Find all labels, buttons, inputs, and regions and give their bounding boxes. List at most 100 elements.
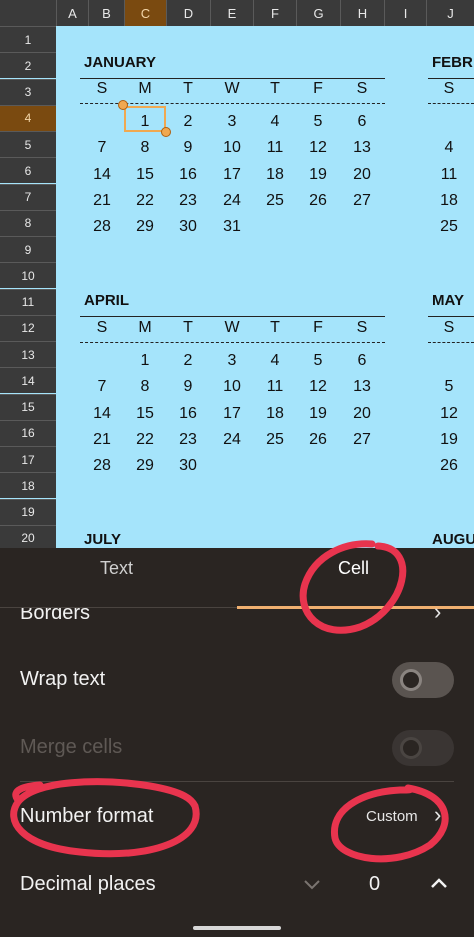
- calendar-day[interactable]: 24: [212, 431, 252, 449]
- tab-cell[interactable]: Cell: [338, 558, 369, 579]
- calendar-day[interactable]: 15: [125, 405, 165, 423]
- calendar-day[interactable]: 5: [298, 113, 338, 131]
- calendar-day[interactable]: 25: [255, 192, 295, 210]
- calendar-day[interactable]: 24: [212, 192, 252, 210]
- calendar-day[interactable]: 19: [429, 431, 469, 449]
- row-header-17[interactable]: 17: [0, 446, 56, 472]
- calendar-day[interactable]: 26: [298, 431, 338, 449]
- calendar-day[interactable]: 18: [429, 192, 469, 210]
- calendar-day[interactable]: 14: [82, 405, 122, 423]
- calendar-day[interactable]: 13: [342, 139, 382, 157]
- calendar-day[interactable]: 7: [82, 139, 122, 157]
- calendar-day[interactable]: 4: [255, 352, 295, 370]
- calendar-day[interactable]: 14: [82, 166, 122, 184]
- calendar-day[interactable]: 10: [212, 378, 252, 396]
- calendar-day[interactable]: 6: [342, 352, 382, 370]
- calendar-day[interactable]: 4: [255, 113, 295, 131]
- calendar-day[interactable]: 19: [298, 405, 338, 423]
- row-header-2[interactable]: 2: [0, 52, 56, 79]
- calendar-day[interactable]: 28: [82, 218, 122, 236]
- calendar-day[interactable]: 5: [298, 352, 338, 370]
- calendar-day[interactable]: 26: [429, 457, 469, 475]
- calendar-day[interactable]: 28: [82, 457, 122, 475]
- calendar-day[interactable]: 1: [125, 352, 165, 370]
- calendar-day[interactable]: 5: [429, 378, 469, 396]
- calendar-day[interactable]: 13: [342, 378, 382, 396]
- column-header-j[interactable]: J: [426, 0, 474, 26]
- calendar-day[interactable]: 21: [82, 192, 122, 210]
- merge-cells-toggle[interactable]: [392, 730, 454, 766]
- calendar-day[interactable]: 20: [342, 166, 382, 184]
- spreadsheet-grid[interactable]: ABCDEFGHIJ 1 2 3 4 5 6 7 8 9 10 11 12 13 14 15 16 17 18 19…: [0, 0, 474, 548]
- row-header-9[interactable]: 9: [0, 236, 56, 262]
- calendar-day[interactable]: 6: [342, 113, 382, 131]
- calendar-day[interactable]: 18: [255, 166, 295, 184]
- calendar-day[interactable]: 16: [168, 405, 208, 423]
- row-header-12[interactable]: 12: [0, 314, 56, 341]
- row-header-18[interactable]: 18: [0, 472, 56, 499]
- calendar-day[interactable]: 2: [168, 113, 208, 131]
- calendar-day[interactable]: 20: [342, 405, 382, 423]
- tab-text[interactable]: Text: [100, 558, 133, 579]
- calendar-day[interactable]: 2: [168, 352, 208, 370]
- calendar-day[interactable]: 4: [429, 139, 469, 157]
- calendar-day[interactable]: 9: [168, 378, 208, 396]
- calendar-day[interactable]: 7: [82, 378, 122, 396]
- column-header-c[interactable]: C: [124, 0, 166, 26]
- column-header-d[interactable]: D: [166, 0, 210, 26]
- column-header-h[interactable]: H: [340, 0, 384, 26]
- chevron-down-icon[interactable]: [302, 878, 322, 892]
- calendar-day[interactable]: 11: [255, 378, 295, 396]
- calendar-day[interactable]: 8: [125, 378, 165, 396]
- row-header-10[interactable]: 10: [0, 262, 56, 289]
- borders-row[interactable]: Borders ›: [0, 608, 474, 624]
- column-header-a[interactable]: A: [56, 0, 88, 26]
- calendar-day[interactable]: 11: [429, 166, 469, 184]
- row-header-1[interactable]: 1: [0, 26, 56, 52]
- calendar-day[interactable]: 3: [212, 352, 252, 370]
- row-header-5[interactable]: 5: [0, 131, 56, 157]
- calendar-day[interactable]: 25: [429, 218, 469, 236]
- calendar-day[interactable]: 27: [342, 192, 382, 210]
- calendar-day[interactable]: 17: [212, 405, 252, 423]
- selection-handle-top[interactable]: [118, 100, 128, 110]
- calendar-day[interactable]: 12: [298, 139, 338, 157]
- calendar-day[interactable]: 3: [212, 113, 252, 131]
- wrap-text-toggle[interactable]: [392, 662, 454, 698]
- calendar-day[interactable]: 30: [168, 457, 208, 475]
- home-indicator[interactable]: [193, 926, 281, 930]
- number-format-row[interactable]: Number format Custom ›: [0, 784, 474, 848]
- calendar-day[interactable]: 12: [429, 405, 469, 423]
- cell-selection[interactable]: [124, 106, 166, 132]
- calendar-day[interactable]: 9: [168, 139, 208, 157]
- column-header-f[interactable]: F: [253, 0, 296, 26]
- calendar-day[interactable]: 23: [168, 431, 208, 449]
- calendar-day[interactable]: 22: [125, 192, 165, 210]
- calendar-day[interactable]: 29: [125, 218, 165, 236]
- row-header-3[interactable]: 3: [0, 78, 56, 105]
- row-header-8[interactable]: 8: [0, 209, 56, 236]
- row-header-6[interactable]: 6: [0, 157, 56, 184]
- calendar-day[interactable]: 25: [255, 431, 295, 449]
- row-header-19[interactable]: 19: [0, 498, 56, 525]
- calendar-day[interactable]: 17: [212, 166, 252, 184]
- row-header-15[interactable]: 15: [0, 393, 56, 420]
- column-header-i[interactable]: I: [384, 0, 426, 26]
- calendar-day[interactable]: 8: [125, 139, 165, 157]
- chevron-up-icon[interactable]: [429, 876, 449, 890]
- calendar-day[interactable]: 16: [168, 166, 208, 184]
- column-header-e[interactable]: E: [210, 0, 253, 26]
- calendar-day[interactable]: 30: [168, 218, 208, 236]
- calendar-day[interactable]: 11: [255, 139, 295, 157]
- calendar-day[interactable]: 26: [298, 192, 338, 210]
- row-header-13[interactable]: 13: [0, 341, 56, 367]
- select-all-corner[interactable]: [0, 0, 56, 26]
- row-header-7[interactable]: 7: [0, 183, 56, 210]
- row-header-4[interactable]: 4: [0, 104, 56, 131]
- calendar-day[interactable]: 31: [212, 218, 252, 236]
- calendar-day[interactable]: 15: [125, 166, 165, 184]
- calendar-day[interactable]: 10: [212, 139, 252, 157]
- calendar-day[interactable]: 21: [82, 431, 122, 449]
- calendar-day[interactable]: 22: [125, 431, 165, 449]
- column-header-b[interactable]: B: [88, 0, 124, 26]
